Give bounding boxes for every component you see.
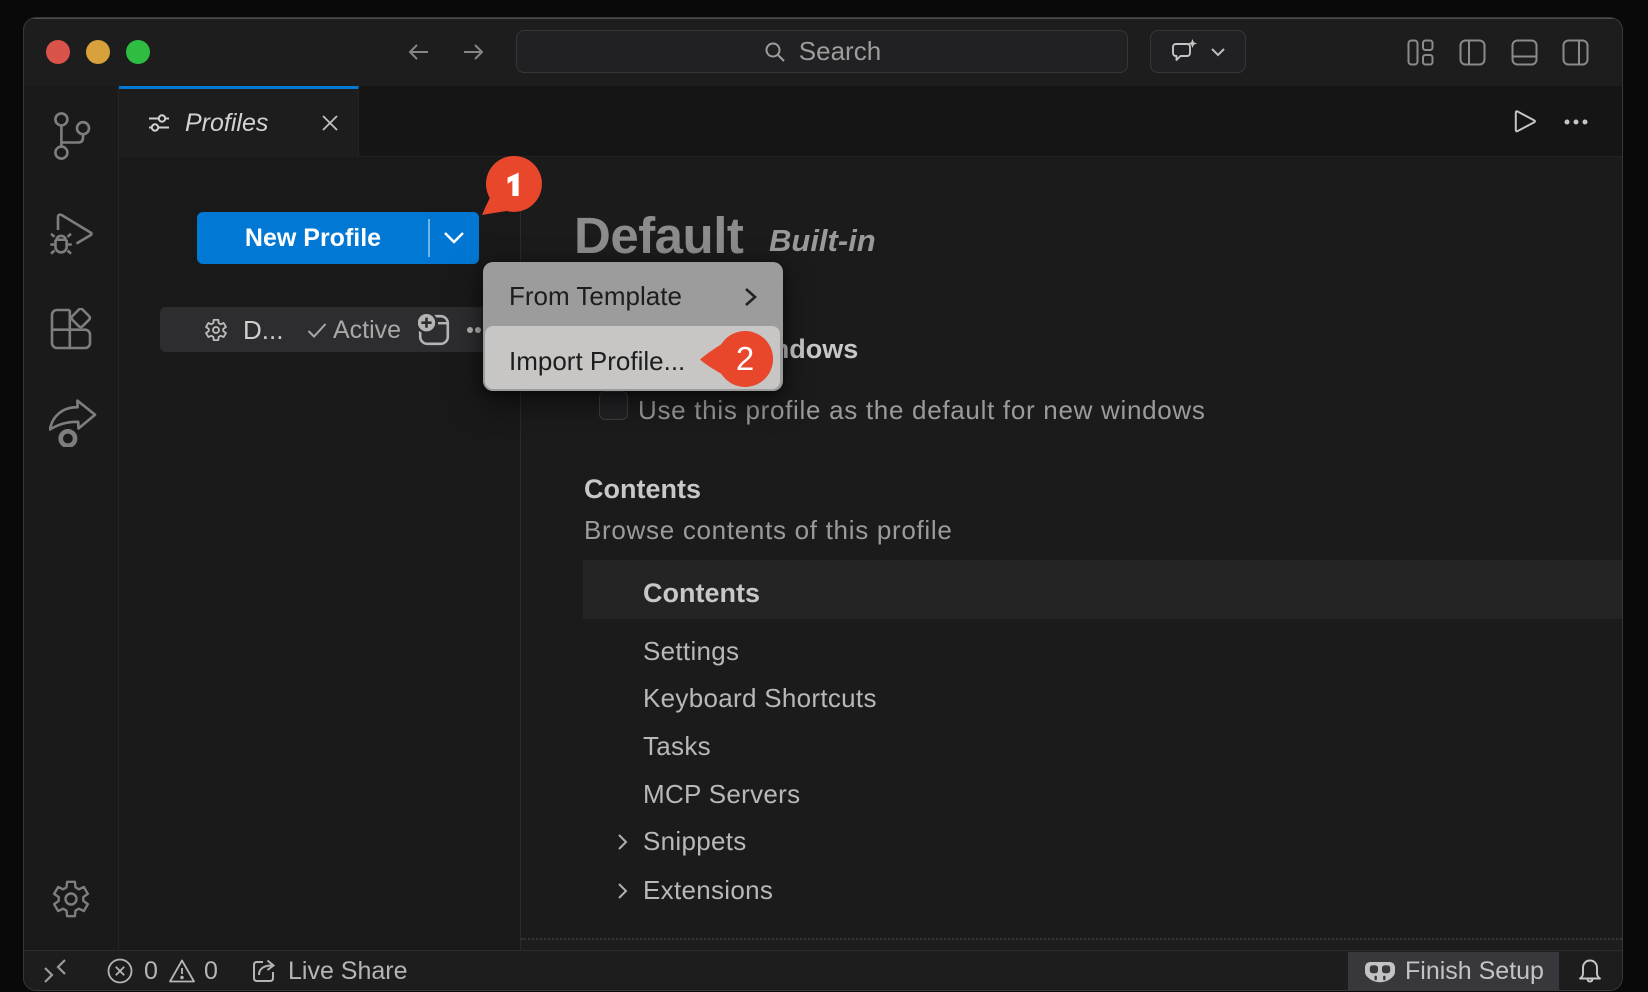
svg-text:2: 2	[736, 340, 754, 377]
